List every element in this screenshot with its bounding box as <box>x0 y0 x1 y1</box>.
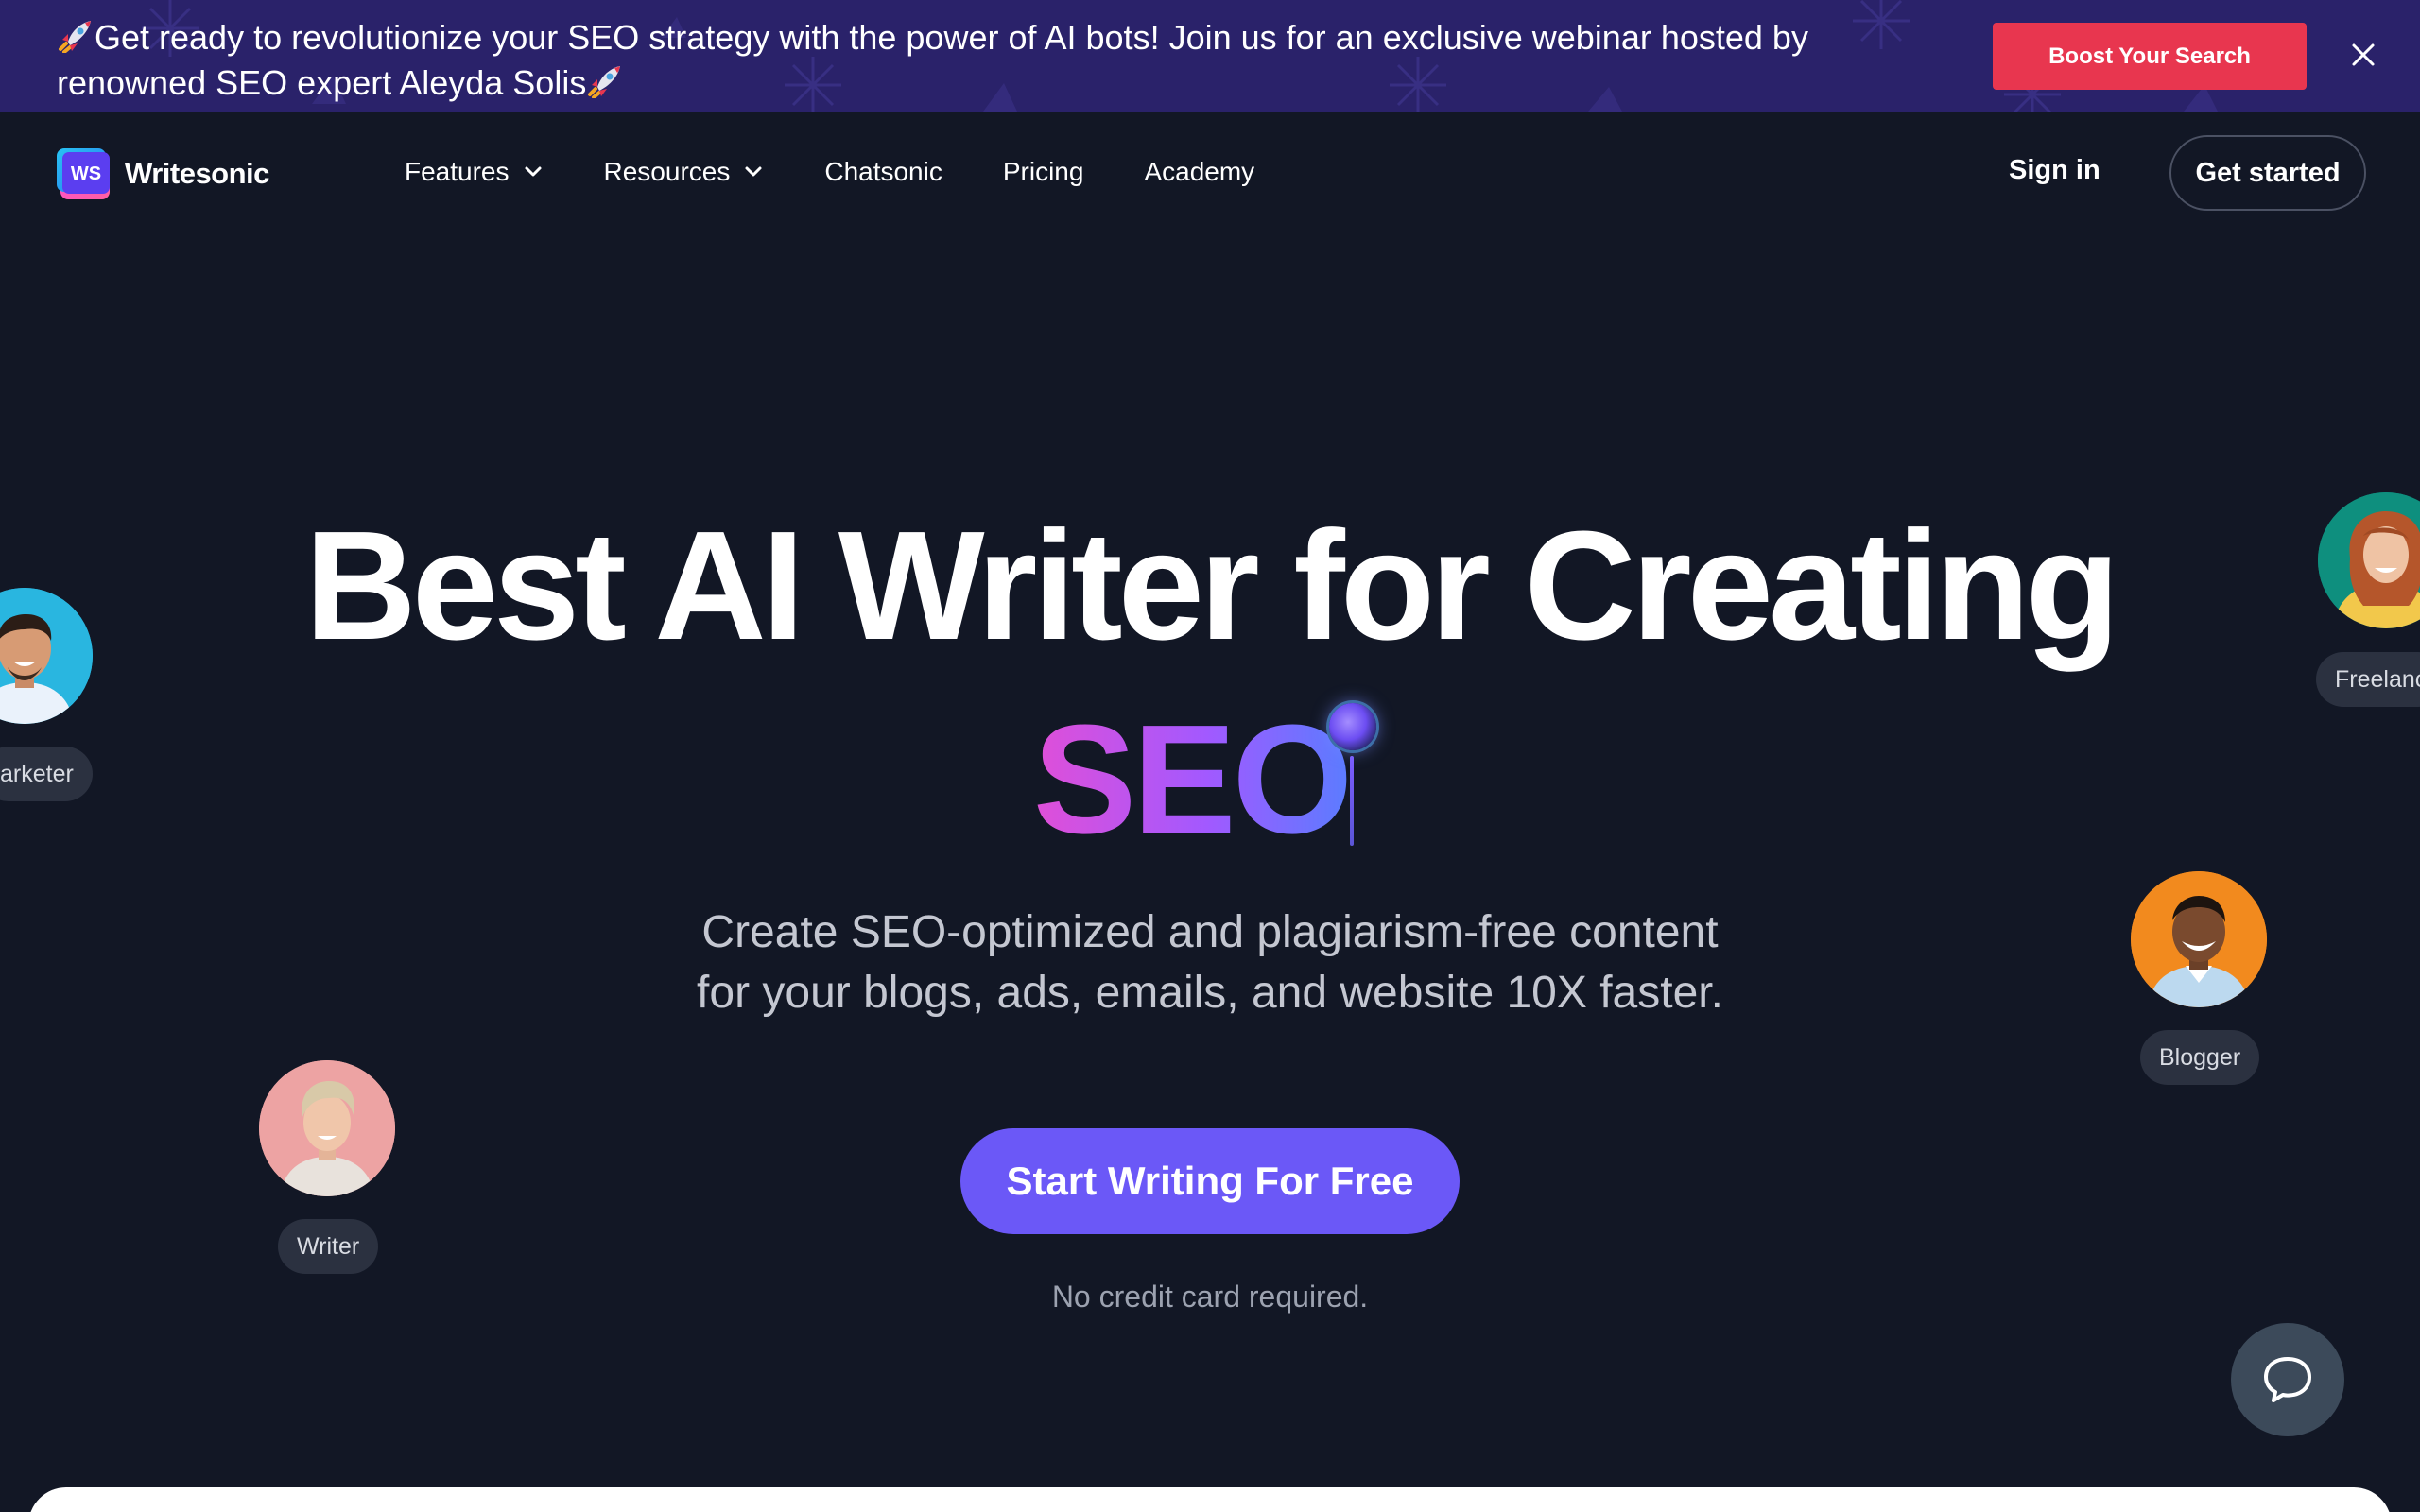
hero-subtitle-line-1: Create SEO-optimized and plagiarism-free… <box>701 907 1719 957</box>
hero-subtitle: Create SEO-optimized and plagiarism-free… <box>0 902 2420 1023</box>
sign-in-link[interactable]: Sign in <box>2009 155 2100 186</box>
chat-bubble-icon <box>2264 1357 2311 1402</box>
close-icon[interactable] <box>2344 36 2382 74</box>
persona-label-marketer: arketer <box>0 747 93 801</box>
top-navigation: WS Writesonic Features Resources Chatson… <box>0 112 2420 235</box>
hero-highlight-wrap: SEO <box>0 699 2420 860</box>
persona-label-freelancer: Freelanc <box>2316 652 2420 707</box>
rocket-icon <box>59 21 91 53</box>
get-started-button[interactable]: Get started <box>2169 135 2366 211</box>
nav-item-academy[interactable]: Academy <box>1144 157 1254 187</box>
nav-item-label: Academy <box>1144 157 1255 186</box>
no-credit-card-note: No credit card required. <box>1051 1280 1369 1314</box>
nav-item-label: Chatsonic <box>824 157 942 186</box>
nav-item-label: Resources <box>603 157 731 186</box>
announcement-banner: Get ready to revolutionize your SEO stra… <box>0 0 2420 112</box>
persona-label-writer: Writer <box>278 1219 379 1274</box>
cursor-badge-icon <box>1329 703 1376 750</box>
hero-subtitle-line-2: for your blogs, ads, emails, and website… <box>697 968 1723 1018</box>
avatar-blogger <box>2131 871 2267 1007</box>
nav-links: Features Resources Chatsonic Pricing Aca… <box>405 157 1315 187</box>
boost-your-search-button[interactable]: Boost Your Search <box>1993 23 2307 90</box>
logo-mark-text: WS <box>71 163 101 184</box>
nav-item-label: Features <box>405 157 510 186</box>
banner-message-text: Get ready to revolutionize your SEO stra… <box>57 18 1808 102</box>
chat-widget-button[interactable] <box>2231 1323 2344 1436</box>
hero-highlight-word: SEO <box>1032 693 1353 866</box>
writesonic-logo[interactable]: WS Writesonic <box>57 146 269 201</box>
persona-label-blogger: Blogger <box>2140 1030 2260 1085</box>
avatar-writer <box>259 1060 395 1196</box>
chevron-down-icon <box>745 166 762 177</box>
page: Get ready to revolutionize your SEO stra… <box>0 0 2420 1512</box>
rocket-icon <box>588 66 621 98</box>
start-writing-button[interactable]: Start Writing For Free <box>960 1128 1460 1234</box>
nav-item-chatsonic[interactable]: Chatsonic <box>824 157 942 187</box>
typing-cursor <box>1350 756 1354 846</box>
banner-message: Get ready to revolutionize your SEO stra… <box>57 15 1834 106</box>
nav-item-pricing[interactable]: Pricing <box>1003 157 1084 187</box>
logo-mark-icon: WS <box>57 146 115 201</box>
nav-item-resources[interactable]: Resources <box>604 157 765 187</box>
chevron-down-icon <box>525 166 541 177</box>
logo-name: Writesonic <box>125 157 269 190</box>
nav-item-label: Pricing <box>1002 157 1084 186</box>
hero-title: Best AI Writer for Creating <box>304 499 2119 672</box>
next-section-panel <box>28 1487 2392 1512</box>
nav-item-features[interactable]: Features <box>405 157 544 187</box>
